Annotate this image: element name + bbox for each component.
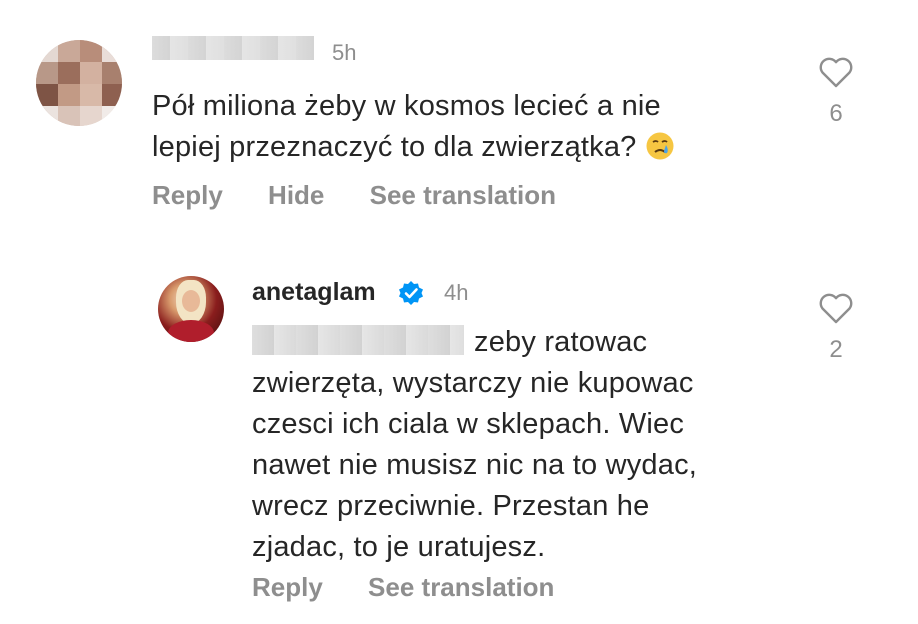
- comment-text-line: wrecz przeciwnie. Przestan he: [252, 490, 650, 522]
- comment-time: 4h: [444, 280, 469, 305]
- hide-button[interactable]: Hide: [268, 180, 324, 210]
- comment-text-segment: zeby ratowac: [474, 326, 648, 358]
- comment-text-line: zjadac, to je uratujesz.: [252, 531, 546, 563]
- comment-text-line: lepiej przeznaczyć to dla zwierzątka?: [152, 127, 675, 168]
- comments-thread: 5h Pół miliona żeby w kosmos lecieć a ni…: [0, 0, 918, 624]
- comment-text: Pół miliona żeby w kosmos lecieć a nie l…: [152, 86, 675, 168]
- comment-text: zeby ratowac zwierzęta, wystarczy nie ku…: [252, 322, 697, 568]
- comment-actions: Reply See translation: [252, 572, 592, 603]
- avatar-face: [182, 290, 200, 312]
- verified-badge-icon: [399, 281, 423, 305]
- heart-icon[interactable]: [818, 56, 854, 88]
- see-translation-button[interactable]: See translation: [368, 572, 554, 602]
- comment-text-line: zwierzęta, wystarczy nie kupowac: [252, 367, 694, 399]
- avatar-dress: [168, 320, 214, 342]
- reply-button[interactable]: Reply: [252, 572, 323, 602]
- comment-text-line: czesci ich ciala w sklepach. Wiec: [252, 408, 685, 440]
- avatar[interactable]: [36, 40, 122, 126]
- like-count: 2: [829, 336, 843, 363]
- username[interactable]: anetaglam: [252, 278, 376, 307]
- comment-actions: Reply Hide See translation: [152, 180, 594, 211]
- comment-text-line: zeby ratowac: [252, 322, 697, 363]
- heart-icon[interactable]: [818, 292, 854, 324]
- comment-time: 5h: [332, 40, 357, 65]
- avatar[interactable]: [158, 276, 224, 342]
- like-count: 6: [829, 100, 843, 127]
- like-control: 2: [816, 292, 856, 364]
- username-redacted[interactable]: [152, 36, 314, 60]
- mention-redacted[interactable]: [252, 325, 464, 355]
- crying-face-icon: [646, 132, 674, 160]
- comment-text-line: nawet nie musisz nic na to wydac,: [252, 449, 698, 481]
- like-control: 6: [816, 56, 856, 128]
- comment-text-line: Pół miliona żeby w kosmos lecieć a nie: [152, 90, 661, 122]
- see-translation-button[interactable]: See translation: [370, 180, 556, 210]
- reply-button[interactable]: Reply: [152, 180, 223, 210]
- comment-text-segment: lepiej przeznaczyć to dla zwierzątka?: [152, 131, 637, 163]
